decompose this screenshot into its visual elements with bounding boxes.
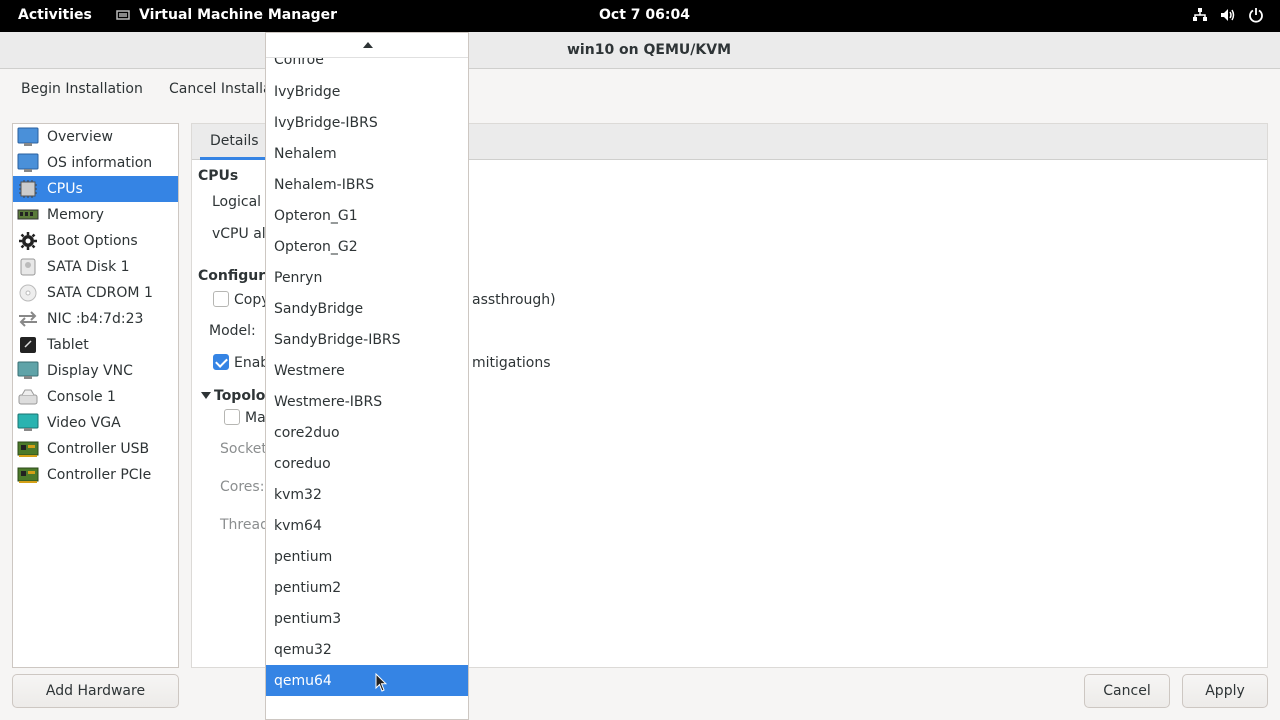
sidebar-item-controller-pcie[interactable]: Controller PCIe xyxy=(13,462,178,488)
sidebar-item-label: Console 1 xyxy=(47,389,116,405)
dropdown-option[interactable]: SandyBridge-IBRS xyxy=(266,324,468,355)
cpu-chip-icon xyxy=(19,180,37,198)
sidebar-item-label: SATA CDROM 1 xyxy=(47,285,153,301)
sidebar-item-display-vnc[interactable]: Display VNC xyxy=(13,358,178,384)
dropdown-option[interactable]: Penryn xyxy=(266,262,468,293)
vcpu-allocation-label: vCPU all xyxy=(212,226,270,242)
dropdown-option[interactable]: kvm32 xyxy=(266,479,468,510)
dropdown-option[interactable]: Westmere xyxy=(266,355,468,386)
sidebar-item-sata-cdrom[interactable]: SATA CDROM 1 xyxy=(13,280,178,306)
controller-card-icon xyxy=(17,441,39,457)
apply-button[interactable]: Apply xyxy=(1182,674,1268,708)
video-card-icon xyxy=(17,413,39,431)
dropdown-option[interactable]: IvyBridge-IBRS xyxy=(266,107,468,138)
power-icon[interactable] xyxy=(1248,7,1264,23)
copy-host-config-checkbox[interactable] xyxy=(213,291,229,307)
cancel-button[interactable]: Cancel xyxy=(1084,674,1170,708)
scroll-separator xyxy=(266,57,468,58)
dropdown-option[interactable]: coreduo xyxy=(266,448,468,479)
dropdown-option[interactable]: qemu32 xyxy=(266,634,468,665)
cdrom-icon xyxy=(19,284,37,302)
dropdown-option[interactable]: Nehalem xyxy=(266,138,468,169)
add-hardware-button[interactable]: Add Hardware xyxy=(12,674,179,708)
sidebar-item-label: Overview xyxy=(47,129,113,145)
dropdown-option[interactable]: SandyBridge xyxy=(266,293,468,324)
dropdown-option[interactable]: Nehalem-IBRS xyxy=(266,169,468,200)
sidebar-item-label: NIC :b4:7d:23 xyxy=(47,311,144,327)
cpus-heading: CPUs xyxy=(198,168,239,184)
sidebar-item-memory[interactable]: Memory xyxy=(13,202,178,228)
sidebar-item-cpus[interactable]: CPUs xyxy=(13,176,178,202)
app-menu[interactable]: Virtual Machine Manager xyxy=(116,7,337,23)
sidebar-item-label: Boot Options xyxy=(47,233,138,249)
dropdown-option[interactable]: pentium xyxy=(266,541,468,572)
sidebar-item-label: Video VGA xyxy=(47,415,121,431)
sidebar-item-sata-disk[interactable]: SATA Disk 1 xyxy=(13,254,178,280)
dropdown-option[interactable]: pentium3 xyxy=(266,603,468,634)
dropdown-option-partial[interactable]: Conroe xyxy=(266,58,468,75)
controller-card-icon xyxy=(17,467,39,483)
dropdown-option[interactable]: IvyBridge xyxy=(266,76,468,107)
activities-button[interactable]: Activities xyxy=(18,7,92,23)
manual-topology-checkbox[interactable] xyxy=(224,409,240,425)
sidebar-item-label: Memory xyxy=(47,207,104,223)
window-title: win10 on QEMU/KVM xyxy=(567,42,732,58)
enable-mitigations-checkbox[interactable] xyxy=(213,354,229,370)
enable-mitigations-suffix: mitigations xyxy=(472,355,551,371)
expander-arrow-icon[interactable] xyxy=(201,392,211,399)
sidebar-item-os-information[interactable]: OS information xyxy=(13,150,178,176)
sidebar-item-nic[interactable]: NIC :b4:7d:23 xyxy=(13,306,178,332)
sidebar-item-label: SATA Disk 1 xyxy=(47,259,130,275)
cores-label: Cores: xyxy=(220,479,265,495)
dropdown-option[interactable]: Westmere-IBRS xyxy=(266,386,468,417)
monitor-icon xyxy=(17,127,39,146)
begin-installation-button[interactable]: Begin Installation xyxy=(21,81,143,97)
scroll-up-arrow-icon[interactable] xyxy=(363,42,373,48)
top-bar: Activities Virtual Machine Manager Oct 7… xyxy=(0,0,1280,32)
tablet-icon xyxy=(20,337,36,353)
display-icon xyxy=(17,361,39,379)
sidebar-item-tablet[interactable]: Tablet xyxy=(13,332,178,358)
sidebar-item-console[interactable]: Console 1 xyxy=(13,384,178,410)
sidebar-item-overview[interactable]: Overview xyxy=(13,124,178,150)
sidebar-item-boot-options[interactable]: Boot Options xyxy=(13,228,178,254)
dropdown-option[interactable]: Opteron_G2 xyxy=(266,231,468,262)
model-label: Model: xyxy=(209,323,256,339)
dropdown-option[interactable]: pentium2 xyxy=(266,572,468,603)
dropdown-option[interactable]: core2duo xyxy=(266,417,468,448)
disk-icon xyxy=(20,258,36,276)
copy-host-config-suffix: assthrough) xyxy=(472,292,556,308)
sidebar-item-video-vga[interactable]: Video VGA xyxy=(13,410,178,436)
threads-label: Thread xyxy=(220,517,269,533)
memory-icon xyxy=(17,209,39,220)
window-titlebar[interactable]: win10 on QEMU/KVM xyxy=(0,32,1280,69)
sidebar-item-label: Tablet xyxy=(47,337,89,353)
sidebar-item-label: Controller PCIe xyxy=(47,467,152,483)
network-icon[interactable] xyxy=(1192,7,1208,23)
gear-icon xyxy=(19,232,37,250)
manual-topology-label: Ma xyxy=(245,410,266,426)
clock[interactable]: Oct 7 06:04 xyxy=(599,7,690,23)
sidebar-item-label: Controller USB xyxy=(47,441,150,457)
virt-manager-icon xyxy=(116,10,130,20)
hardware-list[interactable]: Overview OS information CPUs Memory Boot… xyxy=(12,123,179,668)
sidebar-item-label: CPUs xyxy=(47,181,83,197)
console-icon xyxy=(18,389,38,405)
dropdown-option[interactable]: kvm64 xyxy=(266,510,468,541)
enable-mitigations-label: Enab xyxy=(234,355,270,371)
volume-icon[interactable] xyxy=(1220,7,1236,23)
system-tray[interactable] xyxy=(1192,7,1264,23)
mouse-pointer-icon xyxy=(375,673,387,692)
monitor-icon xyxy=(17,153,39,172)
dropdown-option-selected[interactable]: qemu64 xyxy=(266,665,468,696)
app-name: Virtual Machine Manager xyxy=(139,7,338,23)
toolbar: Begin Installation Cancel Installati xyxy=(0,69,1280,115)
dropdown-option[interactable]: Opteron_G1 xyxy=(266,200,468,231)
tab-details[interactable]: Details xyxy=(200,124,269,160)
sidebar-item-label: Display VNC xyxy=(47,363,133,379)
sidebar-item-controller-usb[interactable]: Controller USB xyxy=(13,436,178,462)
network-arrows-icon xyxy=(19,311,37,327)
cpu-model-dropdown-menu[interactable]: Conroe IvyBridge IvyBridge-IBRS Nehalem … xyxy=(265,32,469,720)
sidebar-item-label: OS information xyxy=(47,155,153,171)
